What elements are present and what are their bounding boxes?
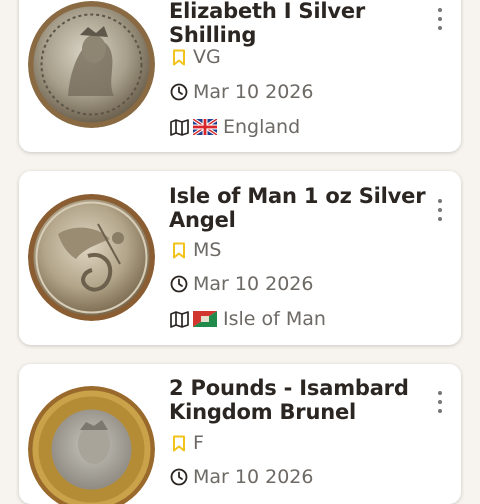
coin-title-line: Isle of Man 1 oz Silver — [169, 184, 409, 208]
country-value: Isle of Man — [223, 308, 326, 330]
more-button[interactable] — [435, 197, 445, 223]
coin-title-line: Kingdom Brunel — [169, 400, 409, 424]
country-row: Isle of Man — [169, 306, 326, 332]
more-vertical-icon — [438, 199, 442, 203]
grade-row: MS — [169, 237, 221, 263]
date-row: Mar 10 2026 — [169, 464, 313, 490]
coin-card[interactable]: 2 Pounds - Isambard Kingdom Brunel F Mar… — [19, 364, 461, 504]
more-dot — [438, 26, 442, 30]
more-button[interactable] — [435, 6, 445, 32]
clock-icon — [169, 82, 189, 102]
more-vertical-icon — [438, 8, 442, 12]
coin-card[interactable]: Isle of Man 1 oz Silver Angel MS Mar 10 … — [19, 171, 461, 345]
date-value: Mar 10 2026 — [193, 273, 313, 295]
coin-title: Isle of Man 1 oz Silver Angel — [169, 184, 409, 232]
more-dot — [438, 208, 442, 212]
coin-title: Elizabeth I Silver Shilling — [169, 0, 409, 47]
clock-icon — [169, 274, 189, 294]
more-button[interactable] — [435, 389, 445, 415]
grade-value: VG — [193, 46, 221, 68]
coin-title-line: 2 Pounds - Isambard — [169, 376, 409, 400]
coin-title-line: Elizabeth I Silver — [169, 0, 409, 23]
more-dot — [438, 217, 442, 221]
more-dot — [438, 409, 442, 413]
map-icon — [169, 117, 189, 137]
map-icon — [169, 309, 189, 329]
date-value: Mar 10 2026 — [193, 81, 313, 103]
more-dot — [438, 17, 442, 21]
bookmark-icon — [169, 433, 189, 453]
more-vertical-icon — [438, 391, 442, 395]
bookmark-icon — [169, 47, 189, 67]
coin-title: 2 Pounds - Isambard Kingdom Brunel — [169, 376, 409, 424]
country-value: England — [223, 116, 300, 138]
date-row: Mar 10 2026 — [169, 271, 313, 297]
grade-row: F — [169, 430, 204, 456]
clock-icon — [169, 467, 189, 487]
bookmark-icon — [169, 240, 189, 260]
coin-image — [28, 1, 155, 128]
uk-flag-icon — [193, 119, 217, 135]
coin-image — [28, 386, 155, 504]
isle-of-man-flag-icon — [193, 311, 217, 327]
date-value: Mar 10 2026 — [193, 466, 313, 488]
coin-title-line: Angel — [169, 208, 409, 232]
date-row: Mar 10 2026 — [169, 79, 313, 105]
country-row: England — [169, 114, 300, 140]
more-dot — [438, 400, 442, 404]
grade-value: MS — [193, 239, 221, 261]
grade-value: F — [193, 432, 204, 454]
coin-image — [28, 194, 155, 321]
coin-card[interactable]: Elizabeth I Silver Shilling VG Mar 10 20… — [19, 0, 461, 152]
grade-row: VG — [169, 44, 221, 70]
